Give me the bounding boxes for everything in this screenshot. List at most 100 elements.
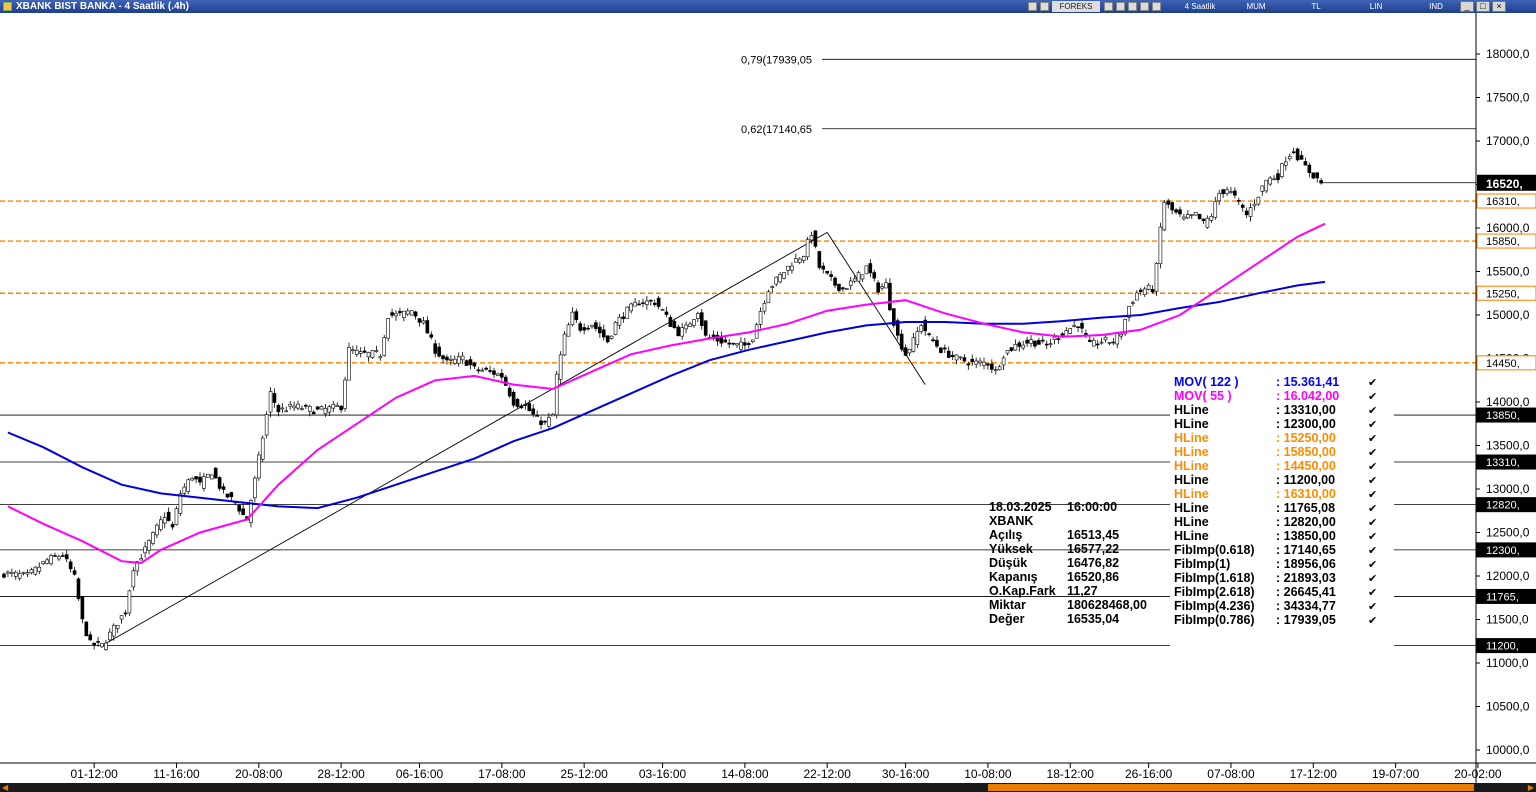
legend-check-icon-6[interactable]: ✔ bbox=[1368, 461, 1377, 473]
candle-body-325 bbox=[1276, 173, 1280, 180]
candle-body-143 bbox=[562, 333, 567, 356]
candle-body-132 bbox=[519, 405, 524, 409]
candle-body-159 bbox=[625, 306, 630, 319]
candle-body-153 bbox=[601, 329, 606, 338]
y-tick-label-7: 13500,0 bbox=[1486, 439, 1530, 453]
x-tick-label-17: 20-02:00 bbox=[1454, 767, 1502, 781]
legend-check-icon-15[interactable]: ✔ bbox=[1368, 587, 1377, 599]
toolbar-icon-1[interactable] bbox=[1028, 2, 1037, 11]
scroll-right-icon[interactable]: ▶ bbox=[1528, 783, 1534, 792]
candle-body-169 bbox=[664, 311, 669, 315]
candle-body-2 bbox=[10, 571, 14, 574]
close-button[interactable]: × bbox=[1492, 1, 1506, 12]
candle-body-188 bbox=[739, 341, 743, 350]
period-dropdown[interactable]: 4 Saatlik bbox=[1170, 1, 1230, 12]
axis-label-3: 12300, bbox=[1486, 545, 1520, 557]
candle-body-311 bbox=[1221, 189, 1225, 195]
legend-check-icon-10[interactable]: ✔ bbox=[1368, 517, 1377, 529]
maximize-button[interactable]: □ bbox=[1476, 1, 1490, 12]
legend-check-icon-14[interactable]: ✔ bbox=[1368, 573, 1377, 585]
toolbar-icon-4[interactable] bbox=[1116, 2, 1125, 11]
candle-body-300 bbox=[1178, 209, 1182, 215]
candle-body-252 bbox=[990, 363, 994, 370]
candle-body-195 bbox=[766, 291, 771, 304]
candle-body-244 bbox=[958, 356, 963, 359]
candle-body-156 bbox=[613, 322, 618, 335]
legend-check-icon-5[interactable]: ✔ bbox=[1368, 447, 1377, 459]
ohlc-value-5: 16520,86 bbox=[1067, 570, 1119, 584]
app-icon[interactable] bbox=[3, 2, 12, 11]
indicators-dropdown[interactable]: IND bbox=[1416, 1, 1456, 12]
candle-body-92 bbox=[362, 350, 367, 353]
candle-body-297 bbox=[1166, 200, 1171, 205]
candle-body-4 bbox=[17, 573, 22, 579]
legend-check-icon-3[interactable]: ✔ bbox=[1368, 419, 1377, 431]
candle-body-110 bbox=[433, 343, 438, 354]
toolbar-icon-7[interactable] bbox=[1152, 2, 1161, 11]
currency-dropdown[interactable]: TL bbox=[1296, 1, 1336, 12]
candle-body-290 bbox=[1139, 289, 1143, 292]
candle-body-222 bbox=[872, 272, 877, 279]
candle-body-278 bbox=[1091, 339, 1096, 347]
candle-body-220 bbox=[864, 265, 869, 275]
legend-check-icon-2[interactable]: ✔ bbox=[1368, 405, 1377, 417]
candle-body-108 bbox=[425, 320, 430, 334]
legend-check-icon-13[interactable]: ✔ bbox=[1368, 559, 1377, 571]
legend-check-icon-9[interactable]: ✔ bbox=[1368, 503, 1377, 515]
candle-body-269 bbox=[1056, 338, 1061, 340]
candle-body-226 bbox=[888, 282, 892, 311]
candle-body-130 bbox=[511, 391, 516, 406]
candle-body-155 bbox=[609, 335, 614, 339]
legend-check-icon-16[interactable]: ✔ bbox=[1368, 601, 1377, 613]
y-tick-label-10: 15000,0 bbox=[1486, 308, 1530, 322]
candle-body-14 bbox=[57, 556, 61, 560]
legend-check-icon-8[interactable]: ✔ bbox=[1368, 489, 1377, 501]
candle-body-242 bbox=[950, 354, 955, 358]
candle-body-49 bbox=[194, 476, 198, 480]
candle-body-27 bbox=[108, 631, 112, 641]
scroll-thumb[interactable] bbox=[988, 784, 1474, 791]
candle-body-15 bbox=[60, 555, 65, 557]
candle-body-9 bbox=[37, 566, 42, 572]
toolbar-icon-2[interactable] bbox=[1040, 2, 1049, 11]
chart-style-dropdown[interactable]: MUM bbox=[1236, 1, 1276, 12]
candle-body-41 bbox=[162, 517, 167, 524]
candle-body-329 bbox=[1291, 151, 1296, 154]
legend-check-icon-12[interactable]: ✔ bbox=[1368, 545, 1377, 557]
candle-body-22 bbox=[88, 634, 93, 641]
price-chart[interactable]: 0,79(17939,05 0,62(17140,65 18.03.2025 16:… bbox=[0, 13, 1536, 783]
candle-body-186 bbox=[731, 342, 735, 345]
candle-body-279 bbox=[1095, 343, 1100, 346]
y-tick-label-12: 16000,0 bbox=[1486, 221, 1530, 235]
legend-name-13: FibImp(1) bbox=[1174, 557, 1230, 571]
source-label[interactable]: FOREKS bbox=[1052, 1, 1100, 12]
ohlc-label-3: Yüksek bbox=[989, 542, 1033, 556]
candle-body-175 bbox=[688, 323, 692, 327]
legend-check-icon-7[interactable]: ✔ bbox=[1368, 475, 1377, 487]
legend-check-icon-4[interactable]: ✔ bbox=[1368, 433, 1377, 445]
toolbar-icon-6[interactable] bbox=[1140, 2, 1149, 11]
legend-check-icon-0[interactable]: ✔ bbox=[1368, 377, 1377, 389]
legend-value-15: : 26645,41 bbox=[1276, 585, 1336, 599]
minimize-button[interactable]: _ bbox=[1460, 1, 1474, 12]
legend-check-icon-1[interactable]: ✔ bbox=[1368, 391, 1377, 403]
candle-body-54 bbox=[213, 467, 218, 479]
candle-body-185 bbox=[727, 342, 732, 345]
horizontal-scrollbar[interactable]: ◀ ▶ bbox=[0, 783, 1536, 792]
candle-body-151 bbox=[594, 322, 598, 329]
candle-body-47 bbox=[186, 479, 191, 492]
toolbar-icon-5[interactable] bbox=[1128, 2, 1137, 11]
candle-body-309 bbox=[1213, 201, 1218, 218]
scale-dropdown[interactable]: LIN bbox=[1356, 1, 1396, 12]
legend-check-icon-11[interactable]: ✔ bbox=[1368, 531, 1377, 543]
candle-body-205 bbox=[805, 239, 810, 258]
ohlc-value-6: 11,27 bbox=[1067, 584, 1098, 598]
scroll-left-icon[interactable]: ◀ bbox=[2, 783, 8, 792]
legend-check-icon-17[interactable]: ✔ bbox=[1368, 615, 1377, 627]
candle-body-237 bbox=[931, 339, 935, 342]
toolbar-icon-3[interactable] bbox=[1104, 2, 1113, 11]
candle-body-72 bbox=[284, 410, 289, 413]
candle-body-285 bbox=[1119, 333, 1123, 337]
candle-body-293 bbox=[1150, 289, 1155, 293]
candle-body-117 bbox=[460, 355, 465, 361]
